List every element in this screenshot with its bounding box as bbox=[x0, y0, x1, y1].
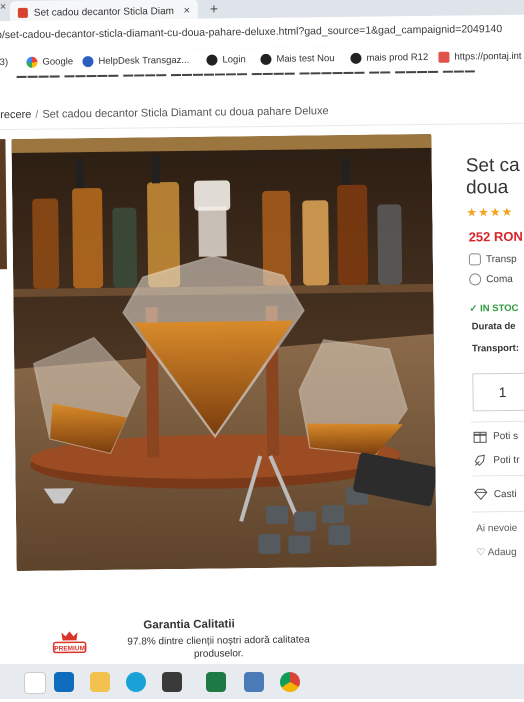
premium-badge-text: PREMIUM bbox=[54, 645, 85, 652]
gift-option[interactable]: Poti s bbox=[473, 429, 518, 444]
quantity-input[interactable]: 1 bbox=[472, 373, 524, 412]
guarantee-title: Garantia Calitatii bbox=[143, 618, 235, 631]
product-price: 252 RON bbox=[469, 229, 523, 245]
product-title-line: doua bbox=[466, 177, 520, 200]
premium-badge-icon: PREMIUM bbox=[51, 628, 87, 658]
diamond-icon bbox=[474, 487, 488, 501]
outlook-icon[interactable] bbox=[54, 672, 74, 692]
product-title: Set ca doua bbox=[466, 155, 520, 200]
bookmark-label: Login bbox=[222, 54, 245, 65]
helpdesk-icon bbox=[82, 56, 93, 67]
new-tab-button[interactable]: + bbox=[210, 1, 218, 17]
mais-icon bbox=[260, 54, 271, 65]
rocket-icon bbox=[473, 453, 487, 467]
bookmark-label: (3) bbox=[0, 57, 8, 68]
edge-icon[interactable] bbox=[126, 672, 146, 692]
divider bbox=[0, 123, 524, 131]
truck-icon bbox=[469, 253, 481, 265]
divider bbox=[472, 474, 524, 476]
stock-status: ✓ IN STOC bbox=[469, 303, 518, 315]
terminal-icon[interactable] bbox=[162, 672, 182, 692]
product-title-line: Set ca bbox=[466, 155, 520, 178]
rating-stars[interactable]: ★★★★ bbox=[466, 205, 513, 220]
login-icon bbox=[206, 55, 217, 66]
thumbnail-strip[interactable] bbox=[0, 139, 7, 269]
bookmark-google[interactable]: Google bbox=[26, 56, 73, 68]
order-info: Coma bbox=[469, 273, 513, 286]
breadcrumb-parent-link[interactable]: trecere bbox=[0, 109, 31, 121]
mais-prod-icon bbox=[350, 53, 361, 64]
clock-icon bbox=[469, 273, 481, 285]
transport-info: Transp bbox=[469, 253, 517, 266]
bookmark-pontaj[interactable]: https://pontaj.int bbox=[438, 51, 521, 63]
divider bbox=[472, 510, 524, 512]
reward-option-text: Casti bbox=[494, 488, 517, 499]
calculator-icon[interactable] bbox=[244, 672, 264, 692]
gift-icon bbox=[473, 429, 487, 443]
google-icon bbox=[26, 57, 37, 68]
window-close-button[interactable]: × bbox=[0, 1, 6, 13]
url-text[interactable]: p/set-cadou-decantor-sticla-diamant-cu-d… bbox=[0, 23, 502, 41]
gift-option-text: Poti s bbox=[493, 430, 518, 441]
need-help-link[interactable]: Ai nevoie bbox=[476, 523, 517, 535]
bookmark-label: Google bbox=[42, 56, 73, 67]
send-option[interactable]: Poti tr bbox=[473, 453, 519, 468]
breadcrumb-separator: / bbox=[35, 109, 38, 121]
bookmark-helpdesk[interactable]: HelpDesk Transgaz... bbox=[82, 55, 189, 67]
site-favicon-icon bbox=[18, 8, 28, 18]
bookmark-label: Mais test Nou bbox=[276, 53, 334, 65]
reward-option[interactable]: Casti bbox=[474, 487, 517, 502]
delivery-duration-label: Durata de bbox=[472, 321, 516, 333]
bookmark-youtube[interactable]: (3) bbox=[0, 57, 8, 68]
bookmark-login[interactable]: Login bbox=[206, 54, 245, 65]
app-icon[interactable] bbox=[24, 672, 46, 694]
file-explorer-icon[interactable] bbox=[90, 672, 110, 692]
bookmark-label: mais prod R12 bbox=[366, 52, 428, 64]
bookmark-mais-prod[interactable]: mais prod R12 bbox=[350, 52, 428, 64]
bookmark-label: HelpDesk Transgaz... bbox=[98, 55, 189, 67]
product-photo-illustration bbox=[11, 134, 436, 571]
breadcrumb-current: Set cadou decantor Sticla Diamant cu dou… bbox=[42, 105, 328, 120]
tab-title: Set cadou decantor Sticla Diam bbox=[34, 5, 180, 18]
order-info-text: Coma bbox=[486, 273, 513, 284]
guarantee-text: 97.8% dintre clienții noștri adoră calit… bbox=[113, 633, 323, 662]
transport-label: Transport: bbox=[472, 343, 519, 355]
windows-taskbar bbox=[0, 664, 524, 699]
product-image[interactable] bbox=[11, 134, 436, 571]
browser-window: × Set cadou decantor Sticla Diam × + p/s… bbox=[0, 0, 524, 702]
add-to-wishlist-link[interactable]: ♡ Adaug bbox=[476, 547, 516, 558]
chrome-icon[interactable] bbox=[280, 672, 300, 692]
excel-icon[interactable] bbox=[206, 672, 226, 692]
bookmark-mais-test[interactable]: Mais test Nou bbox=[260, 53, 334, 65]
pontaj-icon bbox=[438, 52, 449, 63]
send-option-text: Poti tr bbox=[493, 454, 519, 465]
transport-info-text: Transp bbox=[486, 253, 517, 264]
bookmark-label: https://pontaj.int bbox=[454, 51, 521, 63]
tab-close-icon[interactable]: × bbox=[180, 5, 194, 17]
breadcrumb: trecere / Set cadou decantor Sticla Diaman… bbox=[0, 105, 329, 121]
divider bbox=[471, 420, 524, 422]
